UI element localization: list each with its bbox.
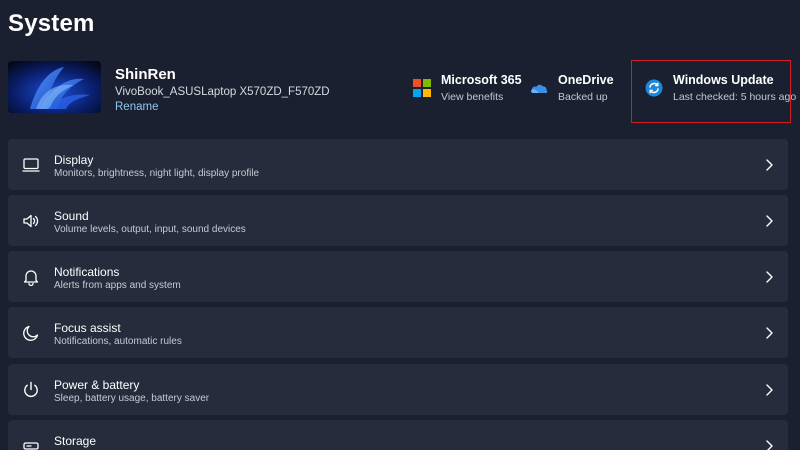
onedrive-icon bbox=[531, 84, 548, 93]
settings-row-power-battery[interactable]: Power & battery Sleep, battery usage, ba… bbox=[8, 364, 788, 415]
settings-row-title: Storage bbox=[54, 434, 97, 448]
settings-row-display[interactable]: Display Monitors, brightness, night ligh… bbox=[8, 139, 788, 190]
settings-row-title: Power & battery bbox=[54, 378, 140, 392]
settings-row-subtitle: Notifications, automatic rules bbox=[54, 336, 182, 347]
device-name: ShinRen bbox=[115, 66, 176, 83]
settings-window: System ShinRen VivoBook_ASUSLaptop X570Z… bbox=[0, 0, 800, 450]
settings-row-title: Display bbox=[54, 153, 94, 167]
page-title: System bbox=[8, 10, 95, 37]
chevron-right-icon bbox=[766, 159, 773, 171]
device-wallpaper-thumbnail bbox=[8, 61, 101, 113]
device-model: VivoBook_ASUSLaptop X570ZD_F570ZD bbox=[115, 86, 330, 98]
highlight-annotation-box bbox=[631, 60, 791, 123]
moon-icon bbox=[23, 325, 39, 341]
chevron-right-icon bbox=[766, 440, 773, 450]
wallpaper-bloom-image bbox=[8, 61, 101, 113]
quick-link-subtitle: View benefits bbox=[441, 91, 504, 103]
storage-icon bbox=[23, 442, 39, 450]
chevron-right-icon bbox=[766, 384, 773, 396]
quick-link-title: Microsoft 365 bbox=[441, 73, 522, 87]
settings-row-title: Notifications bbox=[54, 265, 120, 279]
settings-row-title: Focus assist bbox=[54, 321, 121, 335]
quick-link-title: OneDrive bbox=[558, 73, 614, 87]
speaker-icon bbox=[23, 214, 39, 228]
onedrive-tile[interactable]: OneDrive Backed up bbox=[530, 70, 620, 110]
settings-row-storage[interactable]: Storage bbox=[8, 420, 788, 450]
power-icon bbox=[24, 381, 38, 398]
bell-icon bbox=[23, 270, 39, 286]
settings-row-notifications[interactable]: Notifications Alerts from apps and syste… bbox=[8, 251, 788, 302]
display-icon bbox=[22, 158, 40, 172]
rename-link[interactable]: Rename bbox=[115, 101, 158, 113]
settings-row-subtitle: Sleep, battery usage, battery saver bbox=[54, 393, 210, 404]
settings-row-subtitle: Alerts from apps and system bbox=[54, 280, 181, 291]
chevron-right-icon bbox=[766, 327, 773, 339]
microsoft-365-icon bbox=[413, 79, 431, 97]
chevron-right-icon bbox=[766, 271, 773, 283]
chevron-right-icon bbox=[766, 215, 773, 227]
settings-row-subtitle: Volume levels, output, input, sound devi… bbox=[54, 224, 246, 235]
settings-row-title: Sound bbox=[54, 209, 89, 223]
quick-link-subtitle: Backed up bbox=[558, 91, 608, 103]
settings-row-focus-assist[interactable]: Focus assist Notifications, automatic ru… bbox=[8, 307, 788, 358]
settings-row-sound[interactable]: Sound Volume levels, output, input, soun… bbox=[8, 195, 788, 246]
settings-row-subtitle: Monitors, brightness, night light, displ… bbox=[54, 168, 260, 179]
microsoft-365-tile[interactable]: Microsoft 365 View benefits bbox=[413, 70, 523, 110]
